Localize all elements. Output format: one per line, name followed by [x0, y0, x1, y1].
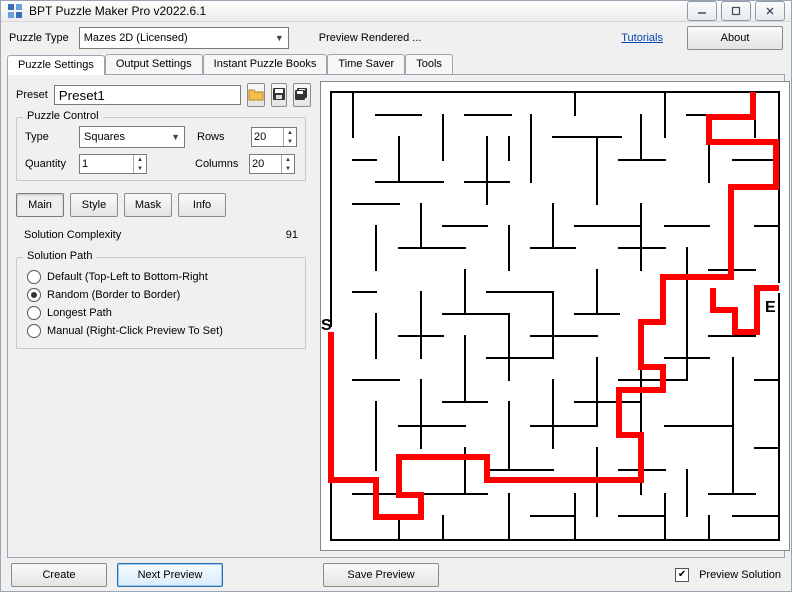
- radio-random[interactable]: Random (Border to Border): [27, 288, 295, 302]
- preview-panel: S E: [314, 75, 792, 557]
- columns-label: Columns: [195, 158, 243, 170]
- radio-label: Default (Top-Left to Bottom-Right: [47, 271, 208, 283]
- tutorials-link[interactable]: Tutorials: [621, 32, 663, 44]
- main-tabs: Puzzle Settings Output Settings Instant …: [1, 54, 791, 74]
- minimize-button[interactable]: [687, 1, 717, 21]
- complexity-value: 91: [286, 229, 298, 241]
- content-body: Preset Puzzle Control Type Squares ▼ Row…: [7, 74, 785, 558]
- radio-icon: [27, 324, 41, 338]
- save-multi-icon: [294, 87, 310, 104]
- save-preview-button[interactable]: Save Preview: [323, 563, 439, 587]
- tab-tools[interactable]: Tools: [405, 54, 453, 74]
- footer-bar: Create Next Preview Save Preview ✔ Previ…: [1, 558, 791, 591]
- preview-solution-label: Preview Solution: [699, 569, 781, 581]
- type-select[interactable]: Squares ▼: [79, 126, 185, 148]
- maximize-button[interactable]: [721, 1, 751, 21]
- radio-icon: [27, 270, 41, 284]
- radio-default[interactable]: Default (Top-Left to Bottom-Right: [27, 270, 295, 284]
- quantity-value: 1: [82, 158, 88, 170]
- open-preset-button[interactable]: [247, 83, 265, 107]
- top-bar: Puzzle Type Mazes 2D (Licensed) ▼ Previe…: [1, 22, 791, 54]
- quantity-label: Quantity: [25, 158, 73, 170]
- columns-value: 20: [252, 158, 264, 170]
- maze-start-label: S: [321, 317, 332, 334]
- arrow-up-icon[interactable]: ▲: [284, 128, 296, 137]
- folder-icon: [248, 87, 264, 104]
- close-button[interactable]: [755, 1, 785, 21]
- preset-input[interactable]: [54, 85, 241, 105]
- solution-path-group: Solution Path Default (Top-Left to Botto…: [16, 257, 306, 349]
- subtab-info[interactable]: Info: [178, 193, 226, 217]
- type-label: Type: [25, 131, 73, 143]
- arrow-up-icon[interactable]: ▲: [282, 155, 294, 164]
- settings-panel: Preset Puzzle Control Type Squares ▼ Row…: [8, 75, 314, 557]
- radio-manual[interactable]: Manual (Right-Click Preview To Set): [27, 324, 295, 338]
- columns-spin[interactable]: 20 ▲▼: [249, 154, 295, 174]
- subtab-mask[interactable]: Mask: [124, 193, 172, 217]
- titlebar: BPT Puzzle Maker Pro v2022.6.1: [1, 1, 791, 22]
- window-title: BPT Puzzle Maker Pro v2022.6.1: [29, 4, 687, 18]
- type-value: Squares: [84, 131, 125, 143]
- radio-icon: [27, 288, 41, 302]
- window-controls: [687, 1, 785, 21]
- radio-longest[interactable]: Longest Path: [27, 306, 295, 320]
- next-preview-button[interactable]: Next Preview: [117, 563, 223, 587]
- rows-spin[interactable]: 20 ▲▼: [251, 127, 297, 147]
- chevron-down-icon: ▼: [275, 33, 284, 43]
- maze-end-label: E: [765, 299, 776, 316]
- radio-label: Random (Border to Border): [47, 289, 180, 301]
- tab-instant-puzzle-books[interactable]: Instant Puzzle Books: [203, 54, 328, 74]
- save-all-presets-button[interactable]: [293, 83, 311, 107]
- maze-preview[interactable]: S E: [320, 81, 790, 551]
- puzzle-type-label: Puzzle Type: [9, 32, 69, 44]
- tab-time-saver[interactable]: Time Saver: [327, 54, 405, 74]
- arrow-down-icon[interactable]: ▼: [282, 164, 294, 173]
- save-icon: [272, 87, 286, 104]
- puzzle-type-value: Mazes 2D (Licensed): [84, 32, 188, 44]
- app-icon: [7, 3, 23, 19]
- preview-solution-checkbox[interactable]: ✔: [675, 568, 689, 582]
- quantity-spin[interactable]: 1 ▲▼: [79, 154, 147, 174]
- solution-path-legend: Solution Path: [23, 250, 96, 262]
- subtabs: Main Style Mask Info: [16, 193, 306, 217]
- arrow-down-icon[interactable]: ▼: [134, 164, 146, 173]
- chevron-down-icon: ▼: [171, 132, 180, 142]
- complexity-row: Solution Complexity 91: [16, 223, 306, 247]
- arrow-up-icon[interactable]: ▲: [134, 155, 146, 164]
- preset-label: Preset: [16, 89, 48, 101]
- status-text: Preview Rendered ...: [319, 32, 422, 44]
- subtab-style[interactable]: Style: [70, 193, 118, 217]
- subtab-main[interactable]: Main: [16, 193, 64, 217]
- tab-puzzle-settings[interactable]: Puzzle Settings: [7, 55, 105, 75]
- about-button[interactable]: About: [687, 26, 783, 50]
- puzzle-control-group: Puzzle Control Type Squares ▼ Rows 20 ▲▼…: [16, 117, 306, 181]
- tab-output-settings[interactable]: Output Settings: [105, 54, 203, 74]
- radio-label: Manual (Right-Click Preview To Set): [47, 325, 223, 337]
- rows-label: Rows: [197, 131, 245, 143]
- puzzle-type-select[interactable]: Mazes 2D (Licensed) ▼: [79, 27, 289, 49]
- preset-row: Preset: [16, 83, 306, 107]
- create-button[interactable]: Create: [11, 563, 107, 587]
- puzzle-control-legend: Puzzle Control: [23, 110, 103, 122]
- radio-label: Longest Path: [47, 307, 112, 319]
- rows-value: 20: [254, 131, 266, 143]
- save-preset-button[interactable]: [271, 83, 287, 107]
- arrow-down-icon[interactable]: ▼: [284, 137, 296, 146]
- radio-icon: [27, 306, 41, 320]
- complexity-label: Solution Complexity: [24, 229, 121, 241]
